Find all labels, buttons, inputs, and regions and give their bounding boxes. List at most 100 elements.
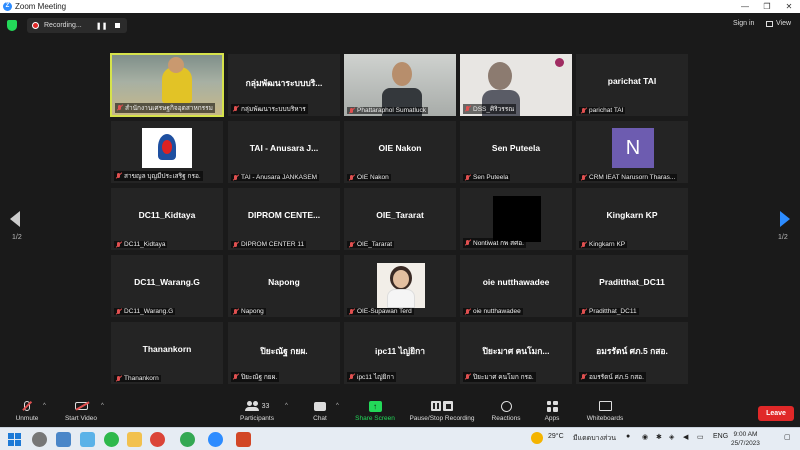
windows-start-icon[interactable] (8, 433, 21, 446)
unmute-button[interactable]: Unmute (12, 399, 42, 422)
zoom-tray-icon[interactable]: ◉ (642, 433, 648, 441)
participant-name-label: parichat TAI (579, 107, 626, 114)
participant-tile[interactable]: ปิยะมาศ คนโมก... ปิยะมาศ คนโมก กรอ. (459, 321, 573, 385)
muted-mic-icon (581, 107, 586, 114)
chrome-profile-icon[interactable] (180, 432, 195, 447)
zoom-logo-icon: Z (3, 2, 12, 11)
notifications-icon[interactable]: ▢ (784, 433, 791, 441)
participant-name-label: Praditthat_DC11 (579, 308, 639, 315)
apps-button[interactable]: Apps (540, 399, 564, 422)
muted-mic-icon (465, 106, 470, 112)
pause-stop-recording-button[interactable]: Pause/Stop Recording (406, 399, 478, 422)
participants-count: 33 (261, 402, 270, 410)
video-off-icon (74, 402, 88, 410)
participant-display-name: ipc11 ไญ่ยิกา (374, 346, 426, 356)
line-app-icon[interactable] (104, 432, 119, 447)
task-view-icon[interactable] (56, 432, 71, 447)
previous-page-arrow-icon[interactable] (10, 211, 20, 227)
system-clock[interactable]: 9:00 AM 25/7/2023 (731, 430, 760, 448)
search-icon[interactable] (32, 432, 47, 447)
participant-tile[interactable]: DC11_Warang.G DC11_Warang.G (110, 254, 224, 318)
teams-icon[interactable] (80, 432, 95, 447)
participant-tile[interactable]: OIE_Tararat OIE_Tararat (343, 187, 457, 251)
view-button[interactable]: View (766, 20, 791, 27)
participant-tile[interactable]: สำนักงานเศรษฐกิจอุตสาหกรรม (110, 53, 224, 117)
close-window-button[interactable]: ✕ (778, 0, 800, 13)
apps-icon (546, 400, 558, 412)
participant-name-label: Sen Puteela (463, 174, 511, 181)
participant-display-name: Thanankorn (142, 344, 192, 354)
file-explorer-icon[interactable] (127, 432, 142, 447)
participant-tile[interactable]: Phattaraphol Sumatluck (343, 53, 457, 117)
next-page-arrow-icon[interactable] (780, 211, 790, 227)
chat-button[interactable]: Chat (308, 399, 332, 422)
participant-tile[interactable]: DIPROM CENTE... DIPROM CENTER 11 (227, 187, 341, 251)
participant-tile[interactable]: กลุ่มพัฒนาระบบบริ... กลุ่มพัฒนาระบบบริหาร (227, 53, 341, 117)
reactions-label: Reactions (491, 415, 521, 422)
participant-tile[interactable]: TAI - Anusara J... TAI - Anusara JANKASEM (227, 120, 341, 184)
reactions-button[interactable]: Reactions (489, 399, 523, 422)
participant-tile[interactable]: DSS_ศิริวรรณ (459, 53, 573, 117)
leave-button[interactable]: Leave (758, 406, 794, 421)
powerpoint-icon[interactable] (236, 432, 251, 447)
participant-tile[interactable]: DC11_Kidtaya DC11_Kidtaya (110, 187, 224, 251)
participant-tile[interactable]: Nontiwat กพ สศอ. (459, 187, 573, 251)
participant-avatar-initial: N (612, 128, 654, 168)
participant-display-name: Sen Puteela (491, 143, 541, 153)
share-screen-button[interactable]: ↑ Share Screen (353, 399, 397, 422)
participant-name-label: oie nutthawadee (463, 308, 523, 315)
participant-tile[interactable]: oie nutthawadee oie nutthawadee (459, 254, 573, 318)
encryption-shield-icon[interactable] (7, 20, 17, 31)
sign-in-link[interactable]: Sign in (733, 20, 754, 27)
participants-button[interactable]: 33 Participants (236, 399, 278, 422)
participant-avatar-image (493, 196, 541, 242)
people-icon[interactable]: ● (626, 433, 630, 440)
battery-icon[interactable]: ▭ (697, 433, 704, 441)
whiteboards-button[interactable]: Whiteboards (584, 399, 626, 422)
minimize-button[interactable]: — (734, 0, 756, 13)
recording-label: Recording... (44, 22, 82, 29)
participant-name: Phattaraphol Sumatluck (357, 107, 427, 114)
chrome-icon[interactable] (150, 432, 165, 447)
participant-tile[interactable]: อมรรัตน์ ศภ.5 กสอ. อมรรัตน์ ศภ.5 กสอ. (575, 321, 689, 385)
participant-name-label: OIE_Tararat (347, 241, 395, 248)
participant-tile[interactable]: Thanankorn Thanankorn (110, 321, 224, 385)
participant-tile[interactable]: Praditthat_DC11 Praditthat_DC11 (575, 254, 689, 318)
volume-icon[interactable]: ◀ (683, 433, 688, 441)
chat-options-caret[interactable]: ^ (336, 403, 339, 409)
muted-mic-icon (116, 241, 121, 248)
participant-tile[interactable]: Napong Napong (227, 254, 341, 318)
participants-options-caret[interactable]: ^ (285, 403, 288, 409)
participant-tile[interactable]: ipc11 ไญ่ยิกา ipc11 ไญ่ยิกา (343, 321, 457, 385)
participant-tile[interactable]: OIE-Supawan Terd (343, 254, 457, 318)
zoom-taskbar-icon[interactable] (208, 432, 223, 447)
bluetooth-icon[interactable]: ✱ (656, 433, 662, 441)
pause-recording-icon[interactable]: ❚❚ (96, 22, 108, 30)
restore-button[interactable]: ❐ (756, 0, 778, 13)
muted-mic-icon (465, 240, 470, 246)
participant-tile[interactable]: สาขญล บุญมีประเสริฐ กรอ. (110, 120, 224, 184)
start-video-label: Start Video (64, 415, 98, 422)
window-title: Zoom Meeting (15, 2, 67, 11)
stop-recording-icon[interactable] (115, 23, 121, 28)
start-video-button[interactable]: Start Video (60, 399, 102, 422)
input-language[interactable]: ENG (713, 433, 728, 440)
participant-tile[interactable]: Sen Puteela Sen Puteela (459, 120, 573, 184)
participant-display-name: ปิยะมาศ คนโมก... (482, 346, 550, 356)
video-options-caret[interactable]: ^ (101, 403, 104, 409)
participant-tile[interactable]: Kingkarn KP Kingkarn KP (575, 187, 689, 251)
participant-tile[interactable]: N CRM IEAT Narusorn Tharas... (575, 120, 689, 184)
participant-display-name: Napong (268, 277, 300, 287)
participant-tile[interactable]: parichat TAI parichat TAI (575, 53, 689, 117)
participant-name-label: CRM IEAT Narusorn Tharas... (579, 174, 678, 181)
participant-tile[interactable]: OIE Nakon OIE Nakon (343, 120, 457, 184)
participant-name: OIE_Tararat (357, 241, 393, 248)
clock-date: 25/7/2023 (731, 440, 760, 447)
participant-name-label: Napong (231, 308, 266, 315)
muted-mic-icon (116, 308, 121, 315)
weather-icon[interactable] (531, 432, 543, 444)
audio-options-caret[interactable]: ^ (43, 403, 46, 409)
participant-tile[interactable]: ปิยะณัฐ กยผ. ปิยะณัฐ กยผ. (227, 321, 341, 385)
participant-display-name: อมรรัตน์ ศภ.5 กสอ. (596, 346, 668, 356)
network-icon[interactable]: ◈ (669, 433, 674, 441)
